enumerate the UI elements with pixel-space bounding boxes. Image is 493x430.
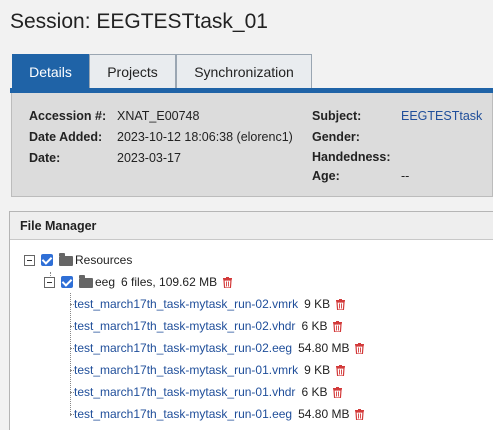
date-label: Date: xyxy=(29,151,61,165)
trash-icon[interactable] xyxy=(223,276,233,288)
subject-label: Subject: xyxy=(312,109,362,123)
file-size: 54.80 MB xyxy=(298,341,350,355)
trash-icon[interactable] xyxy=(333,386,343,398)
file-row: test_march17th_task-mytask_run-01.eeg 54… xyxy=(74,405,365,423)
file-row: test_march17th_task-mytask_run-02.vmrk 9… xyxy=(74,295,346,313)
details-panel: Accession #: XNAT_E00748 Date Added: 202… xyxy=(11,93,493,197)
date-added-label: Date Added: xyxy=(29,130,103,144)
folder-icon xyxy=(59,253,73,266)
file-row: test_march17th_task-mytask_run-01.vmrk 9… xyxy=(74,361,346,379)
tab-synchronization[interactable]: Synchronization xyxy=(176,54,312,90)
handedness-label: Handedness: xyxy=(312,150,391,164)
collapse-toggle-icon[interactable] xyxy=(44,276,55,288)
file-link[interactable]: test_march17th_task-mytask_run-01.eeg xyxy=(74,407,292,421)
age-label: Age: xyxy=(312,169,340,183)
tree-node-resources: Resources xyxy=(24,251,132,269)
eeg-checkbox[interactable] xyxy=(61,276,73,288)
file-link[interactable]: test_march17th_task-mytask_run-02.vmrk xyxy=(74,297,298,311)
age-value: -- xyxy=(401,169,410,183)
trash-icon[interactable] xyxy=(336,298,346,310)
file-size: 6 KB xyxy=(301,385,328,399)
file-row: test_march17th_task-mytask_run-01.vhdr 6… xyxy=(74,383,343,401)
resources-checkbox[interactable] xyxy=(41,254,53,266)
file-link[interactable]: test_march17th_task-mytask_run-02.eeg xyxy=(74,341,292,355)
eeg-summary: 6 files, 109.62 MB xyxy=(121,275,218,289)
tree-connector xyxy=(70,293,71,416)
tab-projects[interactable]: Projects xyxy=(89,54,176,90)
file-link[interactable]: test_march17th_task-mytask_run-01.vhdr xyxy=(74,385,295,399)
tree-node-eeg: eeg 6 files, 109.62 MB xyxy=(44,273,233,291)
file-size: 9 KB xyxy=(304,297,331,311)
file-size: 54.80 MB xyxy=(298,407,350,421)
subject-link[interactable]: EEGTESTtask xyxy=(401,109,482,123)
resources-label: Resources xyxy=(75,253,133,267)
file-size: 9 KB xyxy=(304,363,331,377)
collapse-toggle-icon[interactable] xyxy=(24,254,35,266)
accession-label: Accession #: xyxy=(29,109,107,123)
folder-icon xyxy=(79,275,93,288)
file-link[interactable]: test_march17th_task-mytask_run-01.vmrk xyxy=(74,363,298,377)
eeg-label: eeg xyxy=(95,275,116,289)
trash-icon[interactable] xyxy=(333,320,343,332)
file-manager-title: File Manager xyxy=(10,212,493,240)
tab-details[interactable]: Details xyxy=(12,54,89,90)
date-value: 2023-03-17 xyxy=(117,151,181,165)
trash-icon[interactable] xyxy=(336,364,346,376)
gender-label: Gender: xyxy=(312,130,360,144)
file-link[interactable]: test_march17th_task-mytask_run-02.vhdr xyxy=(74,319,295,333)
page-title: Session: EEGTESTtask_01 xyxy=(10,10,268,33)
trash-icon[interactable] xyxy=(355,342,365,354)
file-row: test_march17th_task-mytask_run-02.vhdr 6… xyxy=(74,317,343,335)
file-size: 6 KB xyxy=(301,319,328,333)
trash-icon[interactable] xyxy=(355,408,365,420)
file-row: test_march17th_task-mytask_run-02.eeg 54… xyxy=(74,339,365,357)
file-manager-dialog: File Manager Resources eeg 6 files, 109.… xyxy=(9,211,493,430)
date-added-value: 2023-10-12 18:06:38 (elorenc1) xyxy=(117,130,293,144)
accession-value: XNAT_E00748 xyxy=(117,109,200,123)
